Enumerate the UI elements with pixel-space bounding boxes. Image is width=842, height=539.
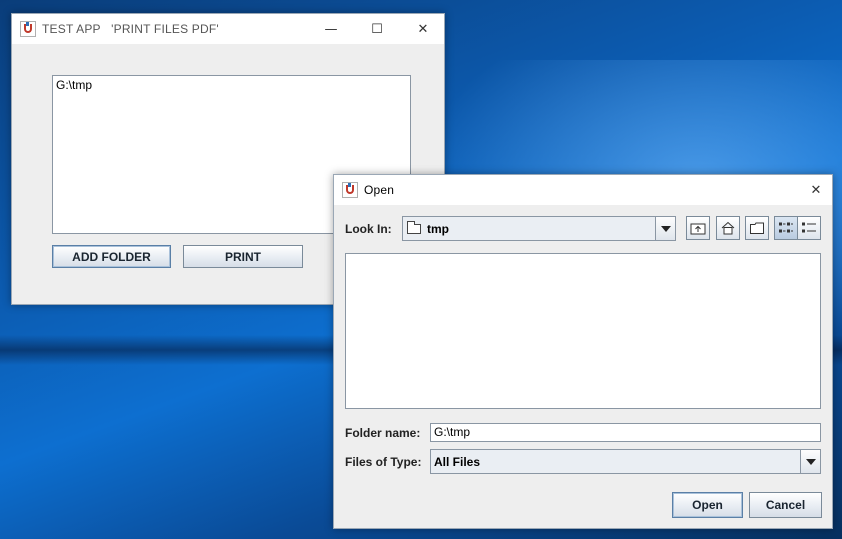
- dialog-title: Open: [364, 183, 395, 197]
- list-view-button[interactable]: [774, 216, 798, 240]
- folder-name-label: Folder name:: [345, 426, 421, 440]
- open-button-label: Open: [692, 498, 723, 512]
- add-folder-button[interactable]: ADD FOLDER: [52, 245, 171, 268]
- new-folder-button[interactable]: [745, 216, 769, 240]
- folder-name-value: G:\tmp: [434, 425, 471, 439]
- java-app-icon: [20, 21, 36, 37]
- main-titlebar[interactable]: TEST APP 'PRINT FILES PDF' — ☐ ✕: [12, 14, 444, 44]
- print-label: PRINT: [225, 249, 261, 264]
- folder-name-field[interactable]: G:\tmp: [430, 423, 821, 442]
- java-app-icon: [342, 182, 358, 198]
- home-button[interactable]: [716, 216, 740, 240]
- look-in-value: tmp: [427, 221, 449, 236]
- details-view-button[interactable]: [797, 216, 821, 240]
- print-button[interactable]: PRINT: [183, 245, 303, 268]
- files-of-type-value: All Files: [434, 454, 481, 469]
- up-one-level-icon: [690, 223, 706, 235]
- open-button[interactable]: Open: [672, 492, 743, 518]
- folder-list-entry: G:\tmp: [56, 78, 93, 92]
- files-of-type-label: Files of Type:: [345, 455, 422, 469]
- look-in-label: Look In:: [345, 222, 392, 236]
- folder-icon: [407, 220, 421, 234]
- close-button[interactable]: ✕: [400, 14, 446, 44]
- new-folder-icon: [750, 222, 764, 234]
- up-one-level-button[interactable]: [686, 216, 710, 240]
- list-view-icon: [779, 222, 793, 233]
- dialog-titlebar[interactable]: Open ✕: [334, 175, 832, 205]
- file-list-pane[interactable]: [345, 253, 821, 409]
- look-in-combo[interactable]: tmp: [402, 216, 676, 241]
- cancel-button-label: Cancel: [765, 498, 806, 512]
- main-window-title: TEST APP 'PRINT FILES PDF': [42, 22, 219, 36]
- files-of-type-dropdown-arrow[interactable]: [800, 450, 820, 473]
- minimize-button[interactable]: —: [308, 14, 354, 44]
- add-folder-label: ADD FOLDER: [72, 249, 151, 264]
- maximize-button[interactable]: ☐: [354, 14, 400, 44]
- look-in-dropdown-arrow[interactable]: [655, 217, 675, 240]
- files-of-type-combo[interactable]: All Files: [430, 449, 821, 474]
- details-view-icon: [802, 222, 816, 233]
- home-icon: [721, 221, 735, 235]
- cancel-button[interactable]: Cancel: [749, 492, 822, 518]
- dialog-close-button[interactable]: ✕: [796, 175, 836, 205]
